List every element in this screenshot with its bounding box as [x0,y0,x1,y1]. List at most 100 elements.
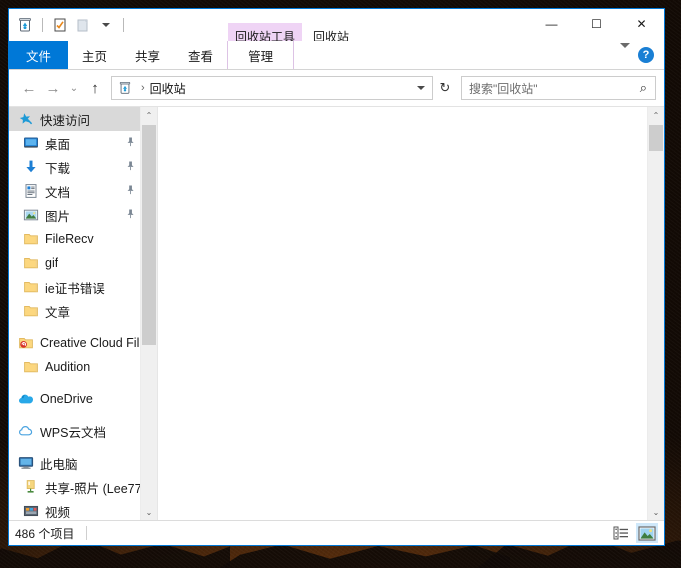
sidebar-item[interactable]: Creative Cloud Fil [9,331,141,355]
sidebar-item-label: 此电脑 [40,454,78,473]
breadcrumb-separator: › [136,82,150,94]
content-scrollbar[interactable]: ⌃ ⌄ [647,107,664,520]
onedrive-icon [17,391,35,407]
file-list-view[interactable]: ⌃ ⌄ [158,107,664,520]
tab-home[interactable]: 主页 [68,41,121,69]
address-dropdown-button[interactable] [410,77,432,99]
folder-icon [22,303,40,319]
recycle-bin-icon [112,81,136,95]
sidebar-item[interactable]: FileRecv [9,227,141,251]
navigation-group-spacer [9,411,141,419]
sidebar-item[interactable]: 此电脑 [9,451,141,475]
tab-file[interactable]: 文件 [9,41,68,69]
status-separator [86,526,87,540]
back-button[interactable]: ← [17,76,41,100]
scroll-down-button[interactable]: ⌄ [648,504,664,520]
sidebar-item[interactable]: ie证书错误 [9,275,141,299]
sidebar-item-label: Audition [45,360,90,374]
sidebar-item[interactable]: 图片 [9,203,141,227]
customize-quick-access-button[interactable] [96,15,116,35]
ribbon-tab-strip: 文件 主页 共享 查看 管理 ? [9,41,664,70]
help-button[interactable]: ? [638,47,654,63]
item-count-label: 486 个项目 [15,525,74,542]
navigation-group-spacer [9,443,141,451]
sidebar-item[interactable]: OneDrive [9,387,141,411]
navigation-pane: 快速访问桌面下载文档图片 FileRecv gifie证书错误文章 Creative … [9,107,158,520]
folder-icon [22,255,40,271]
window-controls: — ☐ ✕ [529,9,664,39]
pin-icon[interactable] [121,182,139,200]
title-bar: 回收站工具 回收站 — ☐ ✕ [9,9,664,41]
scrollbar-thumb[interactable] [142,125,156,345]
sidebar-item[interactable]: 视频 [9,499,141,520]
scroll-up-button[interactable]: ⌃ [648,107,664,123]
search-icon: ⌕ [640,80,655,96]
navigation-tree: 快速访问桌面下载文档图片 FileRecv gifie证书错误文章 Creative … [9,107,141,520]
chevron-down-icon [102,23,110,27]
address-bar[interactable]: › 回收站 [111,76,433,100]
navigation-pane-scrollbar[interactable]: ⌃ ⌄ [140,107,157,520]
navigation-group-spacer [9,379,141,387]
scroll-down-button[interactable]: ⌄ [141,504,157,520]
sidebar-item-label: 文章 [45,302,70,321]
minimize-button[interactable]: — [529,9,574,39]
pin-icon[interactable] [121,158,139,176]
network-drive-icon [22,479,40,495]
large-icons-view-button[interactable] [636,523,658,543]
maximize-button[interactable]: ☐ [574,9,619,39]
sidebar-item[interactable]: 共享-照片 (Lee77 [9,475,141,499]
refresh-button[interactable]: ↻ [433,76,457,100]
this-pc-icon [17,455,35,471]
tab-manage[interactable]: 管理 [227,41,294,69]
sidebar-item-label: WPS云文档 [40,422,106,441]
recent-locations-button[interactable]: ⌄ [65,76,83,100]
new-folder-icon[interactable] [73,15,93,35]
tab-share[interactable]: 共享 [121,41,174,69]
sidebar-item[interactable]: 文档 [9,179,141,203]
sidebar-item[interactable]: Audition [9,355,141,379]
scrollbar-thumb[interactable] [649,125,663,151]
collapse-ribbon-button[interactable] [620,48,630,62]
sidebar-item[interactable]: 快速访问 [9,107,141,131]
pictures-icon [22,207,40,223]
wps-cloud-icon [17,423,35,439]
sidebar-item-label: OneDrive [40,392,93,406]
pin-icon[interactable] [121,134,139,152]
creative-cloud-icon [17,335,35,351]
sidebar-item-label: FileRecv [45,232,94,246]
download-icon [22,159,40,175]
sidebar-item[interactable]: WPS云文档 [9,419,141,443]
close-button[interactable]: ✕ [619,9,664,39]
quick-access-toolbar [9,9,128,41]
tab-view-label: 查看 [188,46,213,65]
search-input[interactable]: 搜索"回收站" [462,80,538,97]
pin-icon[interactable] [121,206,139,224]
sidebar-item[interactable]: 下载 [9,155,141,179]
folder-icon [22,231,40,247]
scroll-up-button[interactable]: ⌃ [141,107,157,123]
properties-icon[interactable] [50,15,70,35]
sidebar-item[interactable]: gif [9,251,141,275]
navigation-group-spacer [9,323,141,331]
details-view-button[interactable] [610,523,632,543]
forward-button[interactable]: → [41,76,65,100]
recycle-bin-icon[interactable] [15,15,35,35]
sidebar-item-label: 文档 [45,182,70,201]
search-box[interactable]: 搜索"回收站" ⌕ [461,76,656,100]
sidebar-item-label: 视频 [45,502,70,521]
tab-view[interactable]: 查看 [174,41,227,69]
up-button[interactable]: ↑ [83,76,107,100]
sidebar-item-label: 快速访问 [40,110,90,129]
toolbar-separator [42,18,43,32]
desktop-icon [22,135,40,151]
chevron-down-icon [620,43,630,62]
tab-share-label: 共享 [135,46,160,65]
sidebar-item-label: Creative Cloud Fil [40,336,139,350]
sidebar-item[interactable]: 桌面 [9,131,141,155]
breadcrumb-item-recycle-bin[interactable]: 回收站 [150,80,186,97]
videos-icon [22,503,40,519]
chevron-down-icon [417,86,425,90]
tab-home-label: 主页 [82,46,107,65]
star-pin-icon [17,111,35,127]
sidebar-item[interactable]: 文章 [9,299,141,323]
